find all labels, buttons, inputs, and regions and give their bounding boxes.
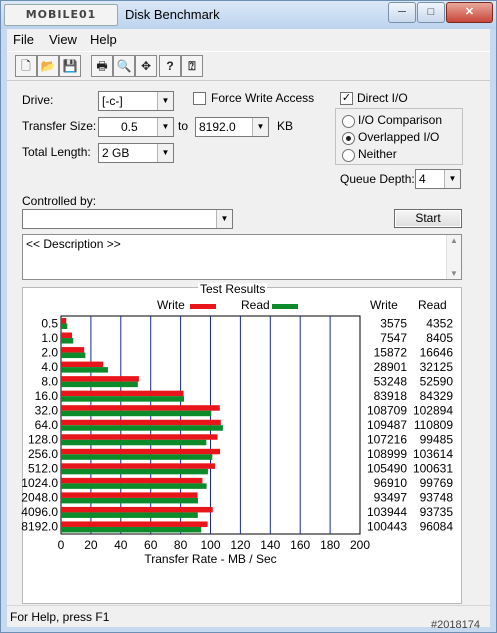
read-bar: [61, 425, 223, 431]
read-bar: [61, 381, 138, 388]
write-value: 93497: [374, 491, 408, 505]
read-value: 93748: [420, 491, 454, 505]
category-label: 2048.0: [21, 491, 58, 505]
read-value: 32125: [420, 360, 454, 374]
read-value: 16646: [420, 345, 454, 359]
minimize-button[interactable]: ─: [388, 2, 416, 23]
write-bar: [61, 318, 67, 324]
title-bar[interactable]: MOBILE01 Disk Benchmark ─ □ ✕: [1, 1, 496, 29]
x-tick-label: 180: [320, 538, 340, 552]
write-value: 109487: [367, 418, 407, 432]
write-bar: [61, 347, 85, 353]
category-label: 1.0: [41, 331, 58, 345]
x-tick-label: 80: [174, 538, 188, 552]
read-value: 8405: [426, 331, 453, 345]
write-bar: [61, 492, 198, 498]
write-bar: [61, 463, 215, 469]
write-bar: [61, 477, 203, 484]
x-tick-label: 200: [350, 538, 370, 552]
write-bar: [61, 521, 208, 527]
read-value: 102894: [413, 403, 453, 417]
read-value: 4352: [426, 316, 453, 330]
write-bar: [61, 390, 184, 397]
read-value: 100631: [413, 462, 453, 476]
write-value: 107216: [367, 433, 407, 447]
write-value: 15872: [374, 345, 408, 359]
x-tick-label: 60: [144, 538, 158, 552]
read-bar: [61, 454, 213, 460]
write-value: 105490: [367, 462, 407, 476]
category-label: 512.0: [28, 462, 58, 476]
status-text: For Help, press F1: [10, 610, 110, 624]
read-value: 93735: [420, 505, 454, 519]
read-bar: [61, 439, 207, 446]
x-tick-label: 160: [290, 538, 310, 552]
watermark: #2018174: [431, 619, 480, 631]
write-value: 96910: [374, 476, 408, 490]
read-value: 103614: [413, 447, 453, 461]
x-tick-label: 0: [58, 538, 65, 552]
x-tick-label: 100: [200, 538, 220, 552]
category-label: 1024.0: [21, 476, 58, 490]
write-bar: [61, 376, 139, 382]
write-bar: [61, 405, 220, 411]
read-bar: [61, 468, 208, 475]
write-value: 83918: [374, 389, 408, 403]
x-tick-label: 40: [114, 538, 128, 552]
x-tick-label: 140: [260, 538, 280, 552]
read-bar: [61, 396, 185, 402]
category-label: 64.0: [35, 418, 59, 432]
category-label: 8192.0: [21, 520, 58, 534]
read-bar: [61, 338, 74, 344]
close-button[interactable]: ✕: [446, 2, 493, 23]
category-label: 4096.0: [21, 505, 58, 519]
read-bar: [61, 323, 68, 329]
write-value: 53248: [374, 374, 408, 388]
read-value: 96084: [420, 520, 454, 534]
category-label: 0.5: [41, 316, 58, 330]
transfer-rate-chart: 0 20 40 60 80 100 120 140 160 180 200 Transfer Rate…: [21, 315, 454, 566]
window-title: Disk Benchmark: [125, 7, 220, 22]
x-axis-label: Transfer Rate - MB / Sec: [144, 552, 276, 566]
category-label: 4.0: [41, 360, 58, 374]
read-bar: [61, 526, 202, 533]
write-value: 3575: [380, 316, 407, 330]
write-value: 108709: [367, 403, 407, 417]
write-bar: [61, 448, 221, 455]
write-value: 7547: [380, 331, 407, 345]
read-value: 99769: [420, 476, 454, 490]
category-label: 32.0: [35, 403, 59, 417]
write-bar: [61, 506, 213, 513]
read-bar: [61, 497, 198, 504]
read-bar: [61, 410, 212, 417]
client-area: File View Help 🗋 📂 💾 🖶 🔍 ✥ ? ⍰ Drive: [-…: [7, 29, 490, 631]
x-tick-label: 20: [84, 538, 98, 552]
read-value: 84329: [420, 389, 454, 403]
x-tick-label: 120: [230, 538, 250, 552]
write-value: 103944: [367, 505, 407, 519]
write-bar: [61, 332, 73, 339]
read-value: 110809: [414, 418, 453, 432]
category-label: 8.0: [41, 374, 58, 388]
write-value: 108999: [367, 447, 407, 461]
read-bar: [61, 483, 207, 489]
category-label: 128.0: [28, 433, 58, 447]
maximize-button[interactable]: □: [417, 2, 445, 23]
status-bar: For Help, press F1 #2018174: [7, 605, 490, 631]
write-value: 28901: [374, 360, 408, 374]
write-bar: [61, 434, 218, 440]
app-window: MOBILE01 Disk Benchmark ─ □ ✕ File View …: [0, 0, 497, 633]
write-bar: [61, 361, 104, 368]
read-value: 99485: [420, 433, 454, 447]
site-logo: MOBILE01: [4, 4, 118, 26]
read-value: 52590: [420, 374, 454, 388]
write-value: 100443: [367, 520, 407, 534]
read-bar: [61, 512, 198, 518]
category-label: 2.0: [41, 345, 58, 359]
read-bar: [61, 367, 108, 373]
category-label: 16.0: [35, 389, 59, 403]
write-bar: [61, 419, 221, 426]
category-label: 256.0: [28, 447, 58, 461]
read-bar: [61, 352, 86, 359]
